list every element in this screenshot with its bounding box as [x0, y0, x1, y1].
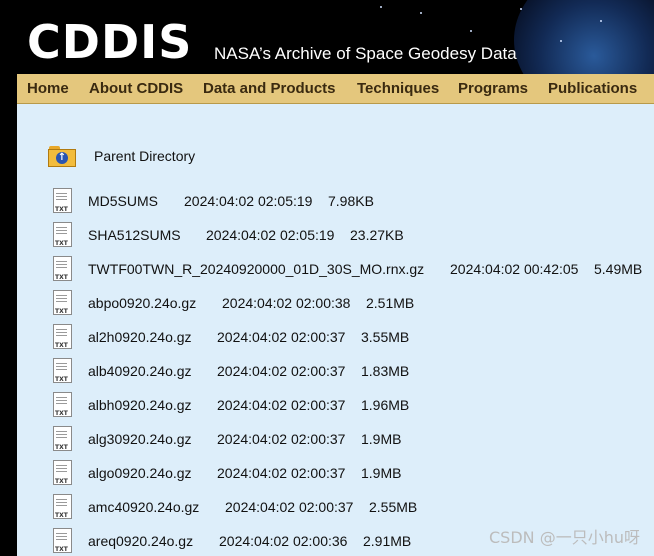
file-date: 2024:04:02 02:00:37: [217, 431, 346, 447]
file-name-link[interactable]: albh0920.24o.gz: [88, 397, 192, 413]
file-row[interactable]: TXT amc40920.24o.gz 2024:04:02 02:00:37 …: [53, 494, 473, 520]
txt-file-icon: TXT: [53, 324, 73, 350]
file-date: 2024:04:02 02:05:19: [184, 193, 313, 209]
txt-file-icon: TXT: [53, 460, 73, 486]
txt-file-icon: TXT: [53, 528, 73, 554]
txt-file-icon: TXT: [53, 222, 73, 248]
file-row[interactable]: TXT MD5SUMS 2024:04:02 02:05:19 7.98KB: [53, 188, 473, 214]
file-row[interactable]: TXT areq0920.24o.gz 2024:04:02 02:00:36 …: [53, 528, 473, 554]
main-nav: Home About CDDIS Data and Products Techn…: [17, 74, 654, 104]
file-size: 5.49MB: [594, 261, 643, 277]
parent-directory-link[interactable]: ↑ Parent Directory: [48, 144, 195, 168]
csdn-watermark: CSDN @一只小hu呀: [489, 528, 640, 547]
file-date: 2024:04:02 00:42:05: [450, 261, 579, 277]
file-date: 2024:04:02 02:00:37: [217, 363, 346, 379]
file-size: 3.55MB: [361, 329, 410, 345]
txt-file-icon: TXT: [53, 426, 73, 452]
file-name-link[interactable]: SHA512SUMS: [88, 227, 181, 243]
nav-item-data-and-products[interactable]: Data and Products: [203, 80, 336, 97]
file-size: 1.83MB: [361, 363, 410, 379]
file-date: 2024:04:02 02:00:36: [219, 533, 348, 549]
file-row[interactable]: TXT TWTF00TWN_R_20240920000_01D_30S_MO.r…: [53, 256, 654, 282]
txt-file-icon: TXT: [53, 256, 73, 282]
nav-item-home[interactable]: Home: [27, 80, 69, 97]
file-row[interactable]: TXT abpo0920.24o.gz 2024:04:02 02:00:38 …: [53, 290, 473, 316]
nav-item-programs[interactable]: Programs: [458, 80, 528, 97]
file-size: 7.98KB: [328, 193, 374, 209]
file-name-link[interactable]: al2h0920.24o.gz: [88, 329, 192, 345]
file-name-link[interactable]: abpo0920.24o.gz: [88, 295, 196, 311]
txt-file-icon: TXT: [53, 290, 73, 316]
file-name-link[interactable]: alg30920.24o.gz: [88, 431, 192, 447]
file-row[interactable]: TXT al2h0920.24o.gz 2024:04:02 02:00:37 …: [53, 324, 473, 350]
earth-graphic: [514, 0, 654, 74]
file-name-link[interactable]: amc40920.24o.gz: [88, 499, 199, 515]
folder-up-icon[interactable]: ↑: [48, 145, 76, 167]
file-row[interactable]: TXT alg30920.24o.gz 2024:04:02 02:00:37 …: [53, 426, 473, 452]
file-name-link[interactable]: areq0920.24o.gz: [88, 533, 193, 549]
nav-item-techniques[interactable]: Techniques: [357, 80, 439, 97]
nav-item-publications[interactable]: Publications: [548, 80, 637, 97]
left-margin-bar: [0, 74, 17, 556]
file-size: 2.55MB: [369, 499, 418, 515]
file-date: 2024:04:02 02:00:37: [225, 499, 354, 515]
file-size: 2.51MB: [366, 295, 415, 311]
file-date: 2024:04:02 02:00:37: [217, 465, 346, 481]
parent-directory-label[interactable]: Parent Directory: [94, 148, 195, 164]
txt-file-icon: TXT: [53, 358, 73, 384]
file-size: 23.27KB: [350, 227, 404, 243]
site-header: CDDIS NASA’s Archive of Space Geodesy Da…: [0, 0, 654, 74]
file-row[interactable]: TXT algo0920.24o.gz 2024:04:02 02:00:37 …: [53, 460, 473, 486]
file-date: 2024:04:02 02:05:19: [206, 227, 335, 243]
txt-file-icon: TXT: [53, 494, 73, 520]
txt-file-icon: TXT: [53, 392, 73, 418]
file-size: 1.9MB: [361, 465, 402, 481]
file-name-link[interactable]: alb40920.24o.gz: [88, 363, 192, 379]
file-row[interactable]: TXT albh0920.24o.gz 2024:04:02 02:00:37 …: [53, 392, 473, 418]
file-name-link[interactable]: TWTF00TWN_R_20240920000_01D_30S_MO.rnx.g…: [88, 261, 424, 277]
file-name-link[interactable]: algo0920.24o.gz: [88, 465, 192, 481]
site-tagline: NASA’s Archive of Space Geodesy Data: [214, 44, 517, 63]
cddis-logo[interactable]: CDDIS: [27, 14, 192, 70]
file-size: 2.91MB: [363, 533, 412, 549]
file-name-link[interactable]: MD5SUMS: [88, 193, 158, 209]
file-size: 1.9MB: [361, 431, 402, 447]
nav-item-about-cddis[interactable]: About CDDIS: [89, 80, 183, 97]
file-row[interactable]: TXT alb40920.24o.gz 2024:04:02 02:00:37 …: [53, 358, 473, 384]
file-size: 1.96MB: [361, 397, 410, 413]
file-date: 2024:04:02 02:00:38: [222, 295, 351, 311]
txt-file-icon: TXT: [53, 188, 73, 214]
file-date: 2024:04:02 02:00:37: [217, 397, 346, 413]
file-date: 2024:04:02 02:00:37: [217, 329, 346, 345]
file-row[interactable]: TXT SHA512SUMS 2024:04:02 02:05:19 23.27…: [53, 222, 473, 248]
directory-listing: ↑ Parent Directory TXT MD5SUMS 2024:04:0…: [17, 104, 654, 556]
